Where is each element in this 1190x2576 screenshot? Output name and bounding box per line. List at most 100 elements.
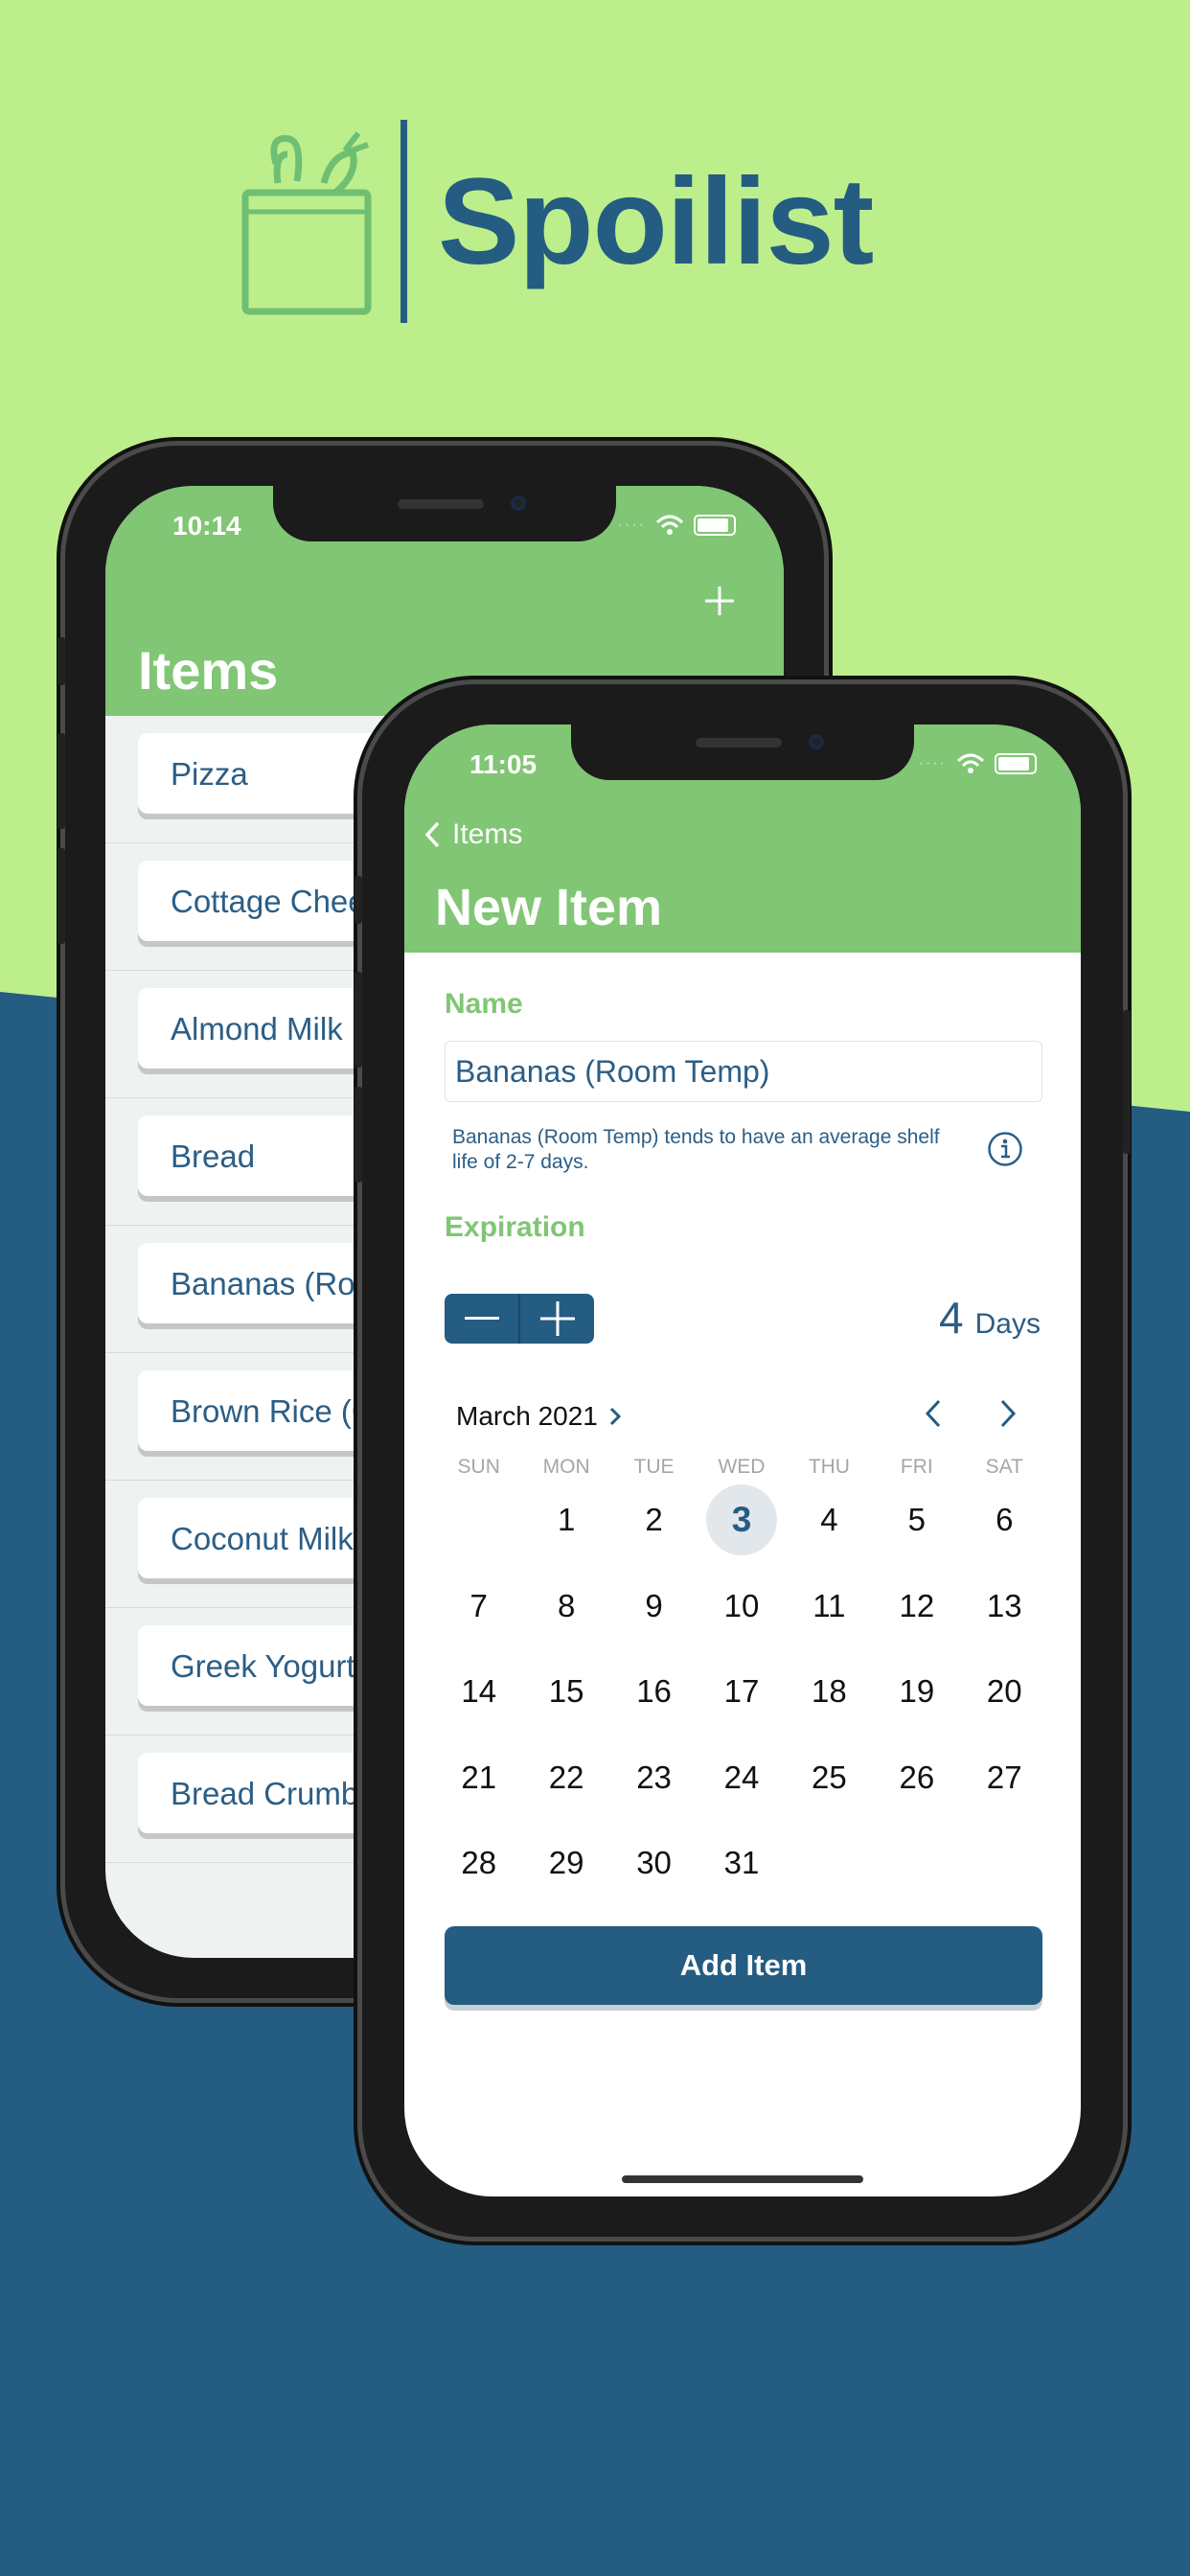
- calendar-day[interactable]: 22: [522, 1741, 609, 1814]
- calendar-day-number: 28: [461, 1845, 497, 1880]
- calendar-day[interactable]: 30: [610, 1827, 698, 1899]
- item-name: Greek Yogurt: [171, 1648, 355, 1684]
- next-month-button[interactable]: [991, 1397, 1023, 1430]
- phone-power-button: [1123, 1010, 1131, 1154]
- calendar-day-number: 26: [899, 1759, 935, 1795]
- days-value: 4: [939, 1293, 964, 1343]
- page-title: Items: [138, 640, 279, 701]
- calendar-day[interactable]: 15: [522, 1655, 609, 1728]
- phone-mute-switch: [57, 637, 65, 685]
- status-time: 10:14: [172, 511, 241, 540]
- app-name: Spoilist: [438, 152, 874, 290]
- weekday-header: SUN MON TUE WED THU FRI SAT: [435, 1456, 1048, 1479]
- previous-month-button[interactable]: [918, 1397, 950, 1430]
- calendar-day[interactable]: 9: [610, 1570, 698, 1643]
- item-name: Almond Milk: [171, 1011, 343, 1046]
- calendar-day-number: 5: [907, 1502, 927, 1537]
- calendar-day[interactable]: 2: [610, 1484, 698, 1556]
- calendar-day[interactable]: 21: [435, 1741, 522, 1814]
- month-label: March 2021: [456, 1401, 598, 1431]
- days-display: 4 Days: [939, 1292, 1041, 1344]
- grocery-bag-icon: [240, 126, 374, 317]
- calendar-day[interactable]: 11: [786, 1570, 873, 1643]
- calendar-day[interactable]: 20: [961, 1655, 1048, 1728]
- wifi-icon: [956, 753, 985, 773]
- calendar-day[interactable]: 17: [698, 1655, 785, 1728]
- plus-icon: [539, 1301, 575, 1336]
- status-icons: ····: [919, 753, 1037, 774]
- calendar-day[interactable]: 10: [698, 1570, 785, 1643]
- signal-icon: ····: [918, 755, 947, 771]
- calendar-day[interactable]: 7: [435, 1570, 522, 1643]
- calendar-day-number: 19: [899, 1673, 935, 1709]
- phone-notch: [273, 486, 616, 541]
- calendar-day[interactable]: 5: [873, 1484, 960, 1556]
- calendar-day[interactable]: 1: [522, 1484, 609, 1556]
- status-time: 11:05: [469, 749, 538, 779]
- info-icon[interactable]: [987, 1131, 1023, 1167]
- calendar-day-number: 25: [812, 1759, 847, 1795]
- calendar-day-number: 4: [820, 1502, 838, 1537]
- item-name: Pizza: [171, 756, 248, 792]
- name-field[interactable]: Bananas (Room Temp): [445, 1041, 1042, 1102]
- calendar-day[interactable]: 31: [698, 1827, 785, 1899]
- calendar-day-number: 12: [899, 1587, 935, 1623]
- calendar-day-number: 15: [548, 1673, 584, 1709]
- calendar-day[interactable]: 8: [522, 1570, 609, 1643]
- calendar-day-number: 29: [548, 1845, 584, 1880]
- calendar-day-number: 3: [731, 1500, 752, 1539]
- days-stepper: [445, 1294, 594, 1344]
- calendar-day[interactable]: 6: [961, 1484, 1048, 1556]
- name-label: Name: [445, 988, 523, 1020]
- calendar-day-number: 11: [812, 1587, 846, 1623]
- calendar-day[interactable]: 18: [786, 1655, 873, 1728]
- calendar-day[interactable]: 4: [786, 1484, 873, 1556]
- calendar-day[interactable]: 19: [873, 1655, 960, 1728]
- calendar-day-number: 24: [723, 1759, 760, 1795]
- calendar-day[interactable]: 12: [873, 1570, 960, 1643]
- calendar-day[interactable]: 13: [961, 1570, 1048, 1643]
- calendar-day-number: 6: [995, 1502, 1014, 1537]
- calendar-day-number: 22: [548, 1759, 584, 1795]
- add-item-button[interactable]: [703, 572, 736, 630]
- month-picker[interactable]: March 2021: [456, 1401, 621, 1432]
- calendar-day-number: 16: [636, 1673, 672, 1709]
- weekday-label: THU: [808, 1456, 850, 1478]
- calendar-day-number: 7: [469, 1587, 488, 1623]
- phone-new-item: 11:05 ···· Items New Item Name Bananas (…: [355, 684, 1131, 2237]
- calendar-day[interactable]: 23: [610, 1741, 698, 1814]
- calendar-day-number: 14: [461, 1673, 497, 1709]
- weekday-label: MON: [542, 1456, 590, 1478]
- signal-icon: ····: [617, 517, 646, 533]
- calendar-day[interactable]: 26: [873, 1741, 960, 1814]
- phone-volume-up: [57, 733, 65, 829]
- calendar-day[interactable]: 24: [698, 1741, 785, 1814]
- item-name: Coconut Milk: [171, 1521, 354, 1556]
- item-name: Bread Crumbs: [171, 1776, 375, 1811]
- decrement-button[interactable]: [445, 1294, 518, 1344]
- calendar-day-number: 13: [986, 1587, 1022, 1623]
- item-name: Bread: [171, 1138, 256, 1174]
- page-title: New Item: [435, 879, 663, 936]
- expiration-label: Expiration: [445, 1211, 585, 1243]
- back-button[interactable]: Items: [423, 818, 522, 851]
- calendar-day-number: 21: [461, 1759, 497, 1795]
- calendar-day-number: 18: [812, 1673, 847, 1709]
- phone-volume-down: [355, 1087, 362, 1183]
- calendar-day[interactable]: 28: [435, 1827, 522, 1899]
- increment-button[interactable]: [520, 1294, 594, 1344]
- calendar-day-number: 31: [723, 1845, 760, 1880]
- add-item-button[interactable]: Add Item: [445, 1926, 1042, 2005]
- status-icons: ····: [618, 515, 736, 536]
- calendar-day[interactable]: 16: [610, 1655, 698, 1728]
- calendar-day[interactable]: 14: [435, 1655, 522, 1728]
- calendar-day[interactable]: 29: [522, 1827, 609, 1899]
- calendar-day[interactable]: 27: [961, 1741, 1048, 1814]
- calendar-day-number: 20: [986, 1673, 1022, 1709]
- minus-icon: [464, 1317, 499, 1320]
- weekday-label: TUE: [633, 1456, 675, 1478]
- calendar-day-selected[interactable]: 3: [698, 1484, 785, 1556]
- calendar-day-number: 8: [557, 1587, 576, 1623]
- calendar-day[interactable]: 25: [786, 1741, 873, 1814]
- plus-icon: [705, 586, 734, 615]
